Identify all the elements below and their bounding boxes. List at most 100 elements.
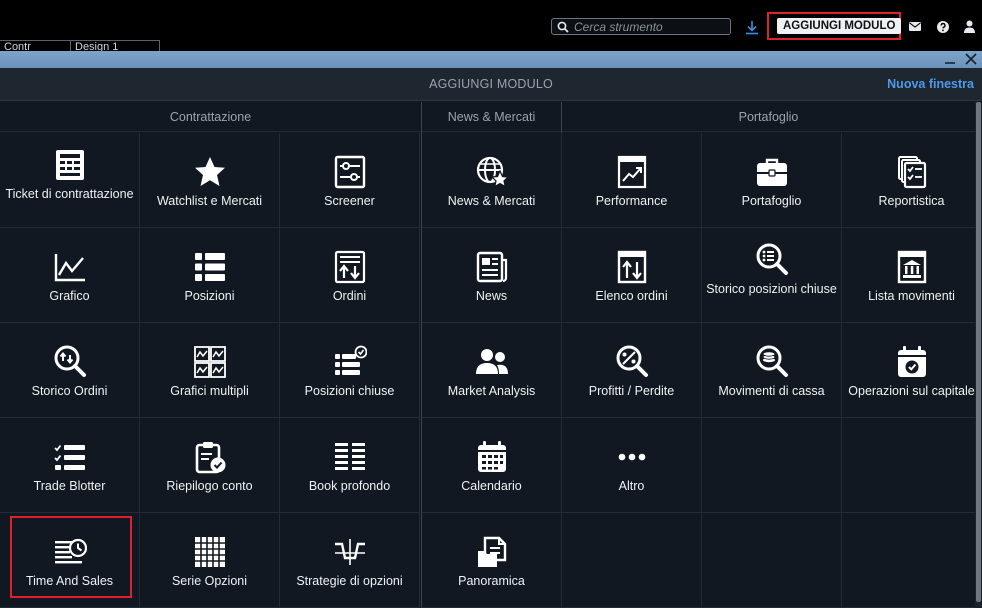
module-label: Altro — [618, 479, 645, 493]
scrollbar[interactable] — [975, 102, 982, 608]
module-watchlist-e-mercati[interactable]: Watchlist e Mercati — [140, 133, 280, 228]
profit-loss-icon — [616, 345, 648, 377]
history-search-icon — [54, 345, 86, 377]
module-label: Market Analysis — [447, 384, 536, 398]
module-calendario[interactable]: Calendario — [422, 418, 562, 513]
module-reportistica[interactable]: Reportistica — [842, 133, 982, 228]
calendar-check-icon — [897, 346, 926, 377]
minimize-icon[interactable] — [944, 53, 956, 65]
module-label: Storico posizioni chiuse — [706, 282, 837, 296]
module-label: Calendario — [461, 479, 522, 493]
module-ticket-di-contrattazione[interactable]: Ticket di contrattazione — [0, 133, 140, 228]
close-icon[interactable] — [964, 52, 978, 66]
module-label: Watchlist e Mercati — [156, 194, 263, 208]
newspaper-icon — [476, 251, 507, 283]
module-label: Storico Ordini — [31, 384, 108, 398]
module-altro[interactable]: Altro — [562, 418, 702, 513]
module-label: Serie Opzioni — [171, 574, 248, 588]
dialog-title: AGGIUNGI MODULO — [429, 77, 553, 91]
module-grid: Ticket di contrattazione Watchlist e Mer… — [0, 133, 982, 608]
module-portafoglio[interactable]: Portafoglio — [702, 133, 842, 228]
checklist-icon — [53, 444, 85, 470]
module-label: Screener — [324, 194, 375, 208]
line-chart-icon — [54, 254, 85, 282]
module-profitti-perdite[interactable]: Profitti / Perdite — [562, 323, 702, 418]
module-trade-blotter[interactable]: Trade Blotter — [0, 418, 140, 513]
search-icon — [557, 21, 569, 33]
orders-icon — [334, 250, 365, 284]
module-riepilogo-conto[interactable]: Riepilogo conto — [140, 418, 280, 513]
module-posizioni[interactable]: Posizioni — [140, 228, 280, 323]
module-news-e-mercati[interactable]: News & Mercati — [422, 133, 562, 228]
module-performance[interactable]: Performance — [562, 133, 702, 228]
new-window-link[interactable]: Nuova finestra — [887, 77, 974, 91]
module-label: Book profondo — [308, 479, 391, 493]
scrollbar-thumb[interactable] — [976, 102, 981, 602]
module-panoramica[interactable]: Panoramica — [422, 513, 562, 608]
ticket-icon — [55, 150, 84, 180]
globe-star-icon — [476, 156, 509, 188]
section-header-news-markets: News & Mercati — [422, 102, 561, 132]
module-label: Posizioni chiuse — [304, 384, 395, 398]
module-posizioni-chiuse[interactable]: Posizioni chiuse — [280, 323, 420, 418]
help-icon[interactable] — [937, 21, 949, 33]
module-lista-movimenti[interactable]: Lista movimenti — [842, 228, 982, 323]
empty-cell — [562, 513, 702, 608]
bank-icon — [897, 250, 926, 284]
grid-icon — [194, 537, 225, 567]
module-label: Posizioni — [184, 289, 235, 303]
module-label: Operazioni sul capitale — [848, 384, 975, 398]
time-and-sales-highlight — [10, 516, 132, 598]
section-header-trading: Contrattazione — [0, 102, 421, 132]
people-icon — [475, 349, 508, 374]
module-screener[interactable]: Screener — [280, 133, 420, 228]
report-icon — [897, 156, 926, 189]
module-label: Lista movimenti — [868, 289, 955, 303]
more-dots-icon — [618, 453, 645, 461]
module-label: Strategie di opzioni — [296, 574, 403, 588]
module-grafici-multipli[interactable]: Grafici multipli — [140, 323, 280, 418]
module-book-profondo[interactable]: Book profondo — [280, 418, 420, 513]
module-label: Riepilogo conto — [166, 479, 253, 493]
cash-search-icon — [756, 345, 788, 377]
add-module-dialog: AGGIUNGI MODULO Nuova finestra Contratta… — [0, 51, 982, 608]
module-serie-opzioni[interactable]: Serie Opzioni — [140, 513, 280, 608]
module-news[interactable]: News — [422, 228, 562, 323]
module-operazioni-sul-capitale[interactable]: Operazioni sul capitale — [842, 323, 982, 418]
module-label: Portafoglio — [741, 194, 802, 208]
dialog-title-strip — [0, 51, 982, 68]
module-storico-posizioni-chiuse[interactable]: Storico posizioni chiuse — [702, 228, 842, 323]
mail-icon[interactable] — [909, 22, 921, 31]
module-label: Ordini — [332, 289, 367, 303]
module-market-analysis[interactable]: Market Analysis — [422, 323, 562, 418]
module-ordini[interactable]: Ordini — [280, 228, 420, 323]
search-list-icon — [756, 243, 788, 275]
order-list-icon — [617, 250, 646, 284]
options-strategy-icon — [334, 539, 365, 565]
empty-cell — [702, 513, 842, 608]
add-module-highlight: AGGIUNGI MODULO — [767, 12, 902, 40]
dialog-header: AGGIUNGI MODULO Nuova finestra — [0, 68, 982, 101]
empty-cell — [842, 513, 982, 608]
module-movimenti-di-cassa[interactable]: Movimenti di cassa — [702, 323, 842, 418]
list-icon — [194, 253, 225, 281]
search-placeholder: Cerca strumento — [574, 20, 663, 34]
module-label: Trade Blotter — [33, 479, 106, 493]
clipboard-check-icon — [195, 442, 225, 474]
user-icon[interactable] — [964, 20, 975, 33]
search-input[interactable]: Cerca strumento — [551, 18, 731, 35]
depth-book-icon — [334, 443, 365, 470]
module-label: Panoramica — [458, 574, 525, 588]
module-grafico[interactable]: Grafico — [0, 228, 140, 323]
module-label: Reportistica — [878, 194, 945, 208]
module-label: News — [475, 289, 508, 303]
calendar-icon — [477, 441, 506, 472]
download-icon[interactable] — [745, 20, 759, 35]
empty-cell — [702, 418, 842, 513]
add-module-button[interactable]: AGGIUNGI MODULO — [777, 18, 902, 34]
section-header-portfolio: Portafoglio — [562, 102, 975, 132]
module-storico-ordini[interactable]: Storico Ordini — [0, 323, 140, 418]
module-label: Grafici multipli — [170, 384, 249, 398]
module-strategie-di-opzioni[interactable]: Strategie di opzioni — [280, 513, 420, 608]
module-elenco-ordini[interactable]: Elenco ordini — [562, 228, 702, 323]
